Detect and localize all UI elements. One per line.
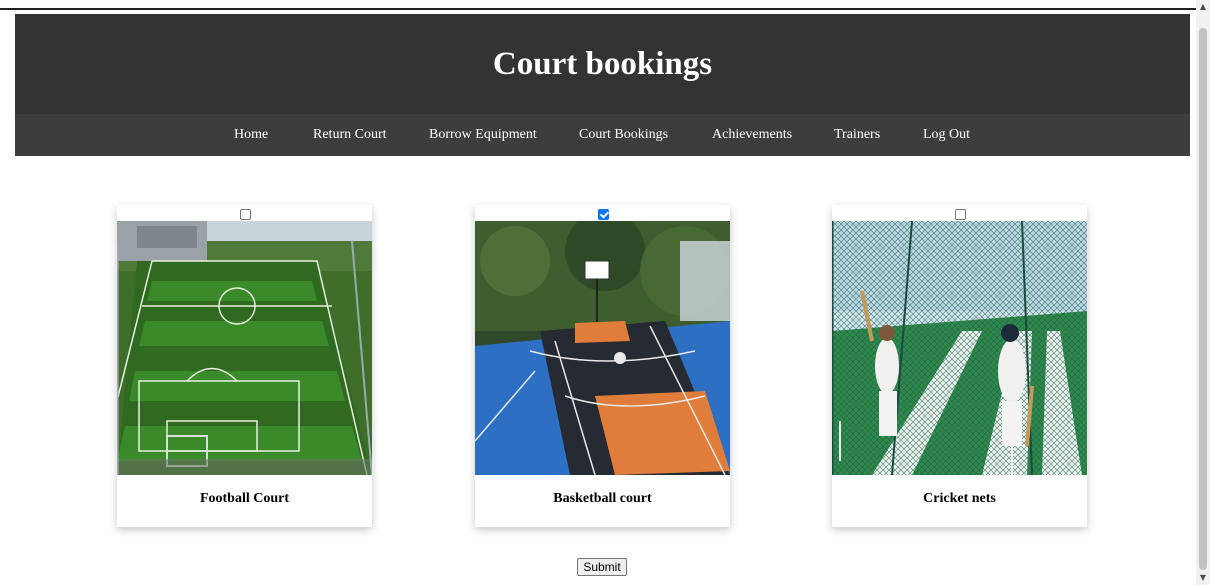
nav-borrow-equipment[interactable]: Borrow Equipment [429, 114, 537, 156]
main-nav: Home Return Court Borrow Equipment Court… [15, 114, 1190, 156]
basketball-court-photo [475, 221, 730, 475]
scroll-up-arrow-icon[interactable]: ▲ [1196, 0, 1210, 14]
vertical-scrollbar[interactable]: ▲ ▼ [1196, 0, 1210, 585]
basketball-court-label: Basketball court [553, 491, 652, 506]
cricket-nets-label: Cricket nets [923, 491, 996, 506]
scroll-down-arrow-icon[interactable]: ▼ [1196, 571, 1210, 585]
football-court-photo [117, 221, 372, 475]
page-header: Court bookings [15, 14, 1190, 114]
basketball-court-checkbox[interactable] [597, 209, 609, 220]
top-rule [0, 8, 1196, 10]
court-card-football: Football Court [117, 205, 372, 527]
nav-home[interactable]: Home [234, 114, 268, 156]
football-court-checkbox[interactable] [239, 209, 251, 220]
nav-court-bookings[interactable]: Court Bookings [579, 114, 668, 156]
cricket-nets-checkbox[interactable] [954, 209, 966, 220]
court-card-cricket: Cricket nets [832, 205, 1087, 527]
nav-trainers[interactable]: Trainers [834, 114, 880, 156]
cricket-nets-photo [832, 221, 1087, 475]
nav-log-out[interactable]: Log Out [923, 114, 970, 156]
submit-button[interactable]: Submit [577, 558, 627, 576]
court-card-basketball: Basketball court [475, 205, 730, 527]
scroll-thumb[interactable] [1199, 28, 1207, 570]
page-title: Court bookings [492, 45, 713, 82]
football-court-label: Football Court [199, 491, 290, 506]
nav-return-court[interactable]: Return Court [313, 114, 387, 156]
nav-achievements[interactable]: Achievements [712, 114, 792, 156]
